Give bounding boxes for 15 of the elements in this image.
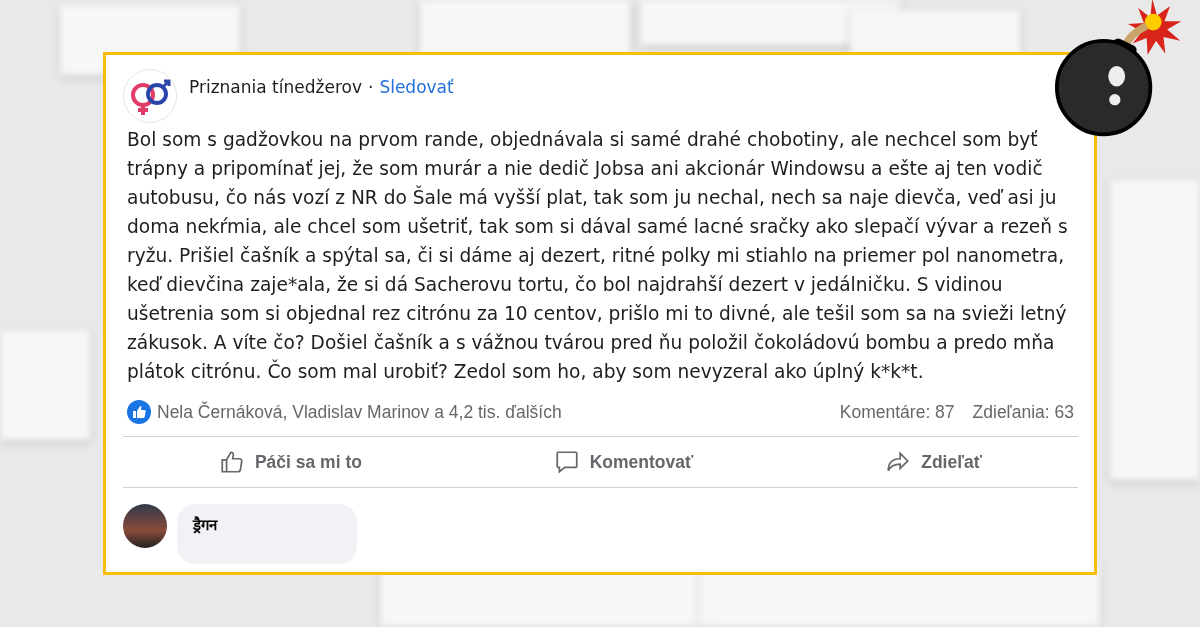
- share-button[interactable]: Zdieľať: [869, 443, 999, 481]
- like-reaction-icon: [127, 400, 151, 424]
- comment-button[interactable]: Komentovať: [537, 443, 710, 481]
- follow-link[interactable]: Sledovať: [379, 77, 454, 97]
- separator-dot: ·: [368, 77, 374, 97]
- shares-count[interactable]: Zdieľania: 63: [972, 401, 1074, 423]
- comment-author[interactable]: ड्रैगन: [193, 516, 217, 534]
- like-button[interactable]: Páči sa mi to: [202, 443, 378, 481]
- page-name[interactable]: Priznania tínedžerov: [189, 77, 362, 97]
- reactions-text[interactable]: Nela Černáková, Vladislav Marinov a 4,2 tis. ďalších: [157, 401, 562, 423]
- thumbs-up-icon: [218, 449, 245, 475]
- commenter-avatar: [123, 504, 167, 548]
- post-text: Bol som s gadžovkou na prvom rande, objednávala si samé drahé chobotiny, ale nechcel som byť trápny a pripomínať jej, že som murár a nie dedič Jobsa ani akcionár Windowsu a ešte aj ten vodič autobusu, čo nás vozí z NR do Šale má vyšší plat, tak som ju nechal, nech sa naje dievča, veď asi ju doma nekŕmia, ale chcel som ušetriť, tak som si dával samé lacné sračky ako slepačí vývar a rezeň s ryžu. Prišiel čašník a spýtal sa, či si dáme aj dezert, ritné polky mi stiahlo na priemer pol nanometra, keď dievčina zaje*ala, že si dá Sacherovu tortu, čo bol najdrahší dezert v jedálničku. S vidinou ušetrenia som si objednal rez citrónu za 10 centov, prišlo mi to divné, ale tešil som sa na svieži letný zákusok. A víte čo? Došiel čašník a s vážnou tvárou pred ňu položil čokoládovú bombu a predo mňa plátok citrónu. Čo som mal urobiť? Zedol som ho, aby som nevyzeral ako úplný k*k*t.: [127, 128, 1069, 384]
- speech-bubble-icon: [553, 449, 580, 475]
- comments-count[interactable]: Komentáre: 87: [839, 401, 955, 423]
